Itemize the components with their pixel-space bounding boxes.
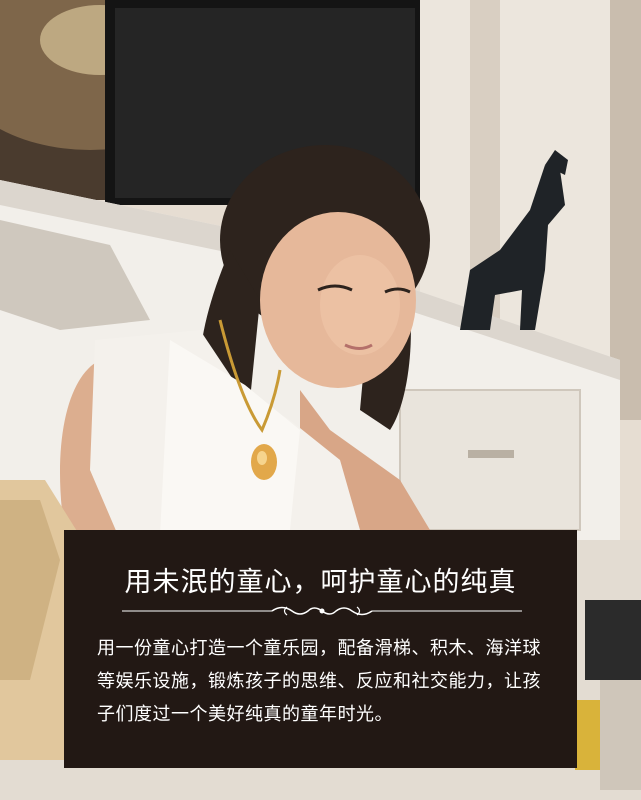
ornamental-divider [122,606,522,616]
caption-panel: 用未泯的童心，呵护童心的纯真 用一份童心打造一个童乐园，配备滑梯、积木、海洋球等… [64,530,577,768]
caption-title: 用未泯的童心，呵护童心的纯真 [124,567,517,598]
caption-body: 用一份童心打造一个童乐园，配备滑梯、积木、海洋球等娱乐设施，锻炼孩子的思维、反应… [97,638,541,725]
